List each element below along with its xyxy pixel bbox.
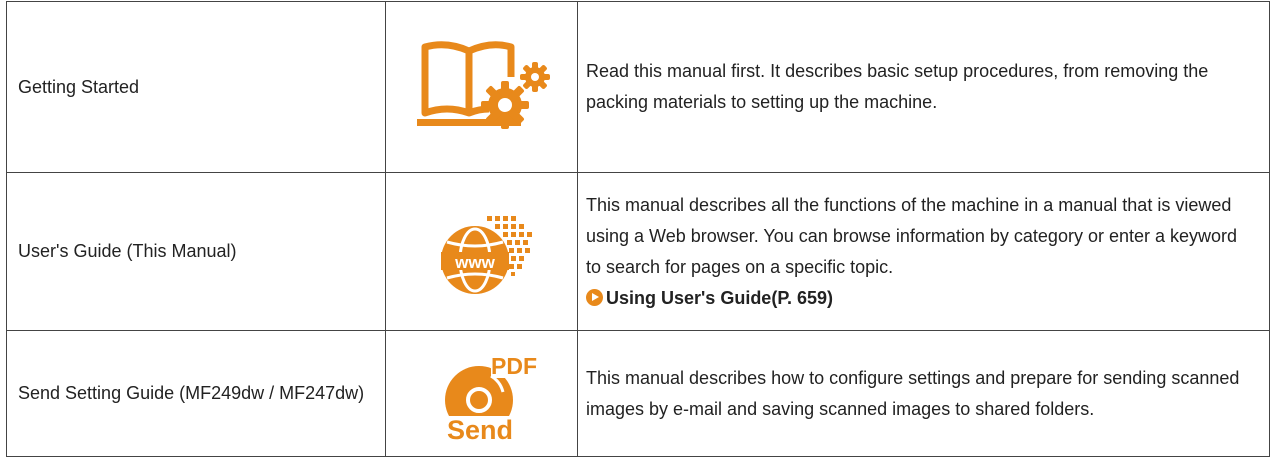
manuals-table: Getting Started Read this manual first. … (6, 1, 1270, 457)
manual-description-cell: This manual describes how to configure s… (577, 330, 1270, 457)
manual-description: This manual describes all the functions … (586, 194, 1238, 277)
manual-name: Send Setting Guide (MF249dw / MF247dw) (18, 383, 365, 403)
www-globe-icon: www (407, 204, 557, 300)
send-label: Send (446, 415, 512, 442)
manual-name-cell: User's Guide (This Manual) (6, 172, 386, 331)
manual-description-cell: This manual describes all the functions … (577, 172, 1270, 331)
manual-name-cell: Getting Started (6, 1, 386, 173)
manual-icon-cell (385, 1, 578, 173)
table-row: User's Guide (This Manual) www This manu… (6, 172, 1270, 331)
manual-description: Read this manual first. It describes bas… (586, 61, 1209, 112)
manual-name-cell: Send Setting Guide (MF249dw / MF247dw) (6, 330, 386, 457)
using-users-guide-link[interactable]: Using User's Guide(P. 659) (586, 288, 833, 308)
book-gear-icon (407, 39, 557, 135)
manual-name: Getting Started (18, 76, 140, 97)
link-label: Using User's Guide(P. 659) (606, 287, 834, 308)
arrow-right-icon (586, 288, 603, 306)
manual-icon-cell: PDF Send (385, 330, 578, 457)
svg-text:www: www (454, 253, 495, 272)
table-row: Send Setting Guide (MF249dw / MF247dw) P… (6, 330, 1270, 457)
manual-icon-cell: www (385, 172, 578, 331)
manual-description: This manual describes how to configure s… (586, 367, 1240, 419)
pdf-send-icon: PDF Send (407, 346, 557, 442)
manual-description-cell: Read this manual first. It describes bas… (577, 1, 1270, 173)
manual-name: User's Guide (This Manual) (18, 241, 237, 261)
pdf-label: PDF (491, 353, 537, 379)
table-row: Getting Started Read this manual first. … (6, 1, 1270, 173)
